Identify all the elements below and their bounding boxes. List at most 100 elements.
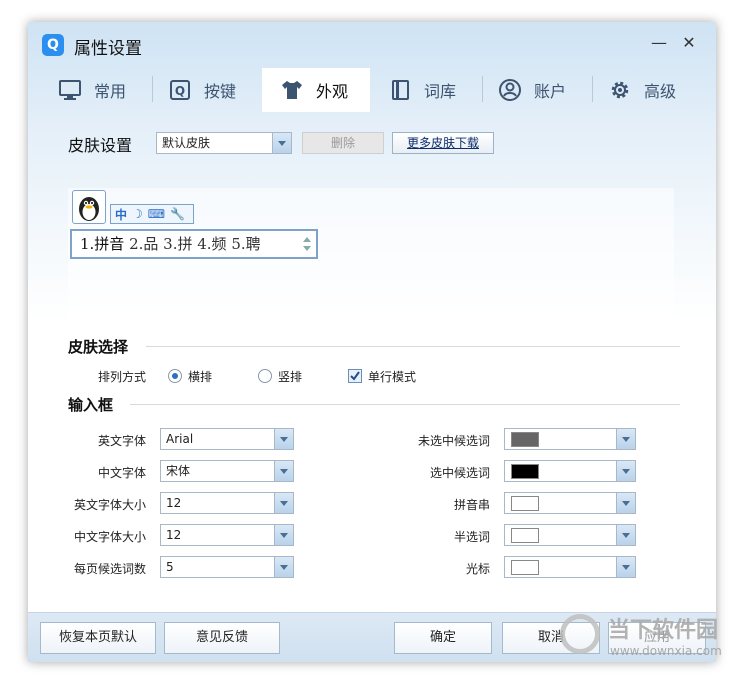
page-spinner-icon xyxy=(302,234,312,254)
tab-label: 高级 xyxy=(644,82,677,101)
ime-status-bar: 中 ☽ ⌨ 🔧 xyxy=(110,204,194,224)
keyboard-icon: ⌨ xyxy=(147,207,166,221)
chevron-down-icon xyxy=(616,429,635,449)
tab-dictionary[interactable]: 词库 xyxy=(388,68,488,112)
checkmark-icon xyxy=(350,371,360,381)
color-swatch xyxy=(511,464,539,479)
tab-account[interactable]: 账户 xyxy=(498,68,598,112)
skin-select-title: 皮肤选择 xyxy=(68,338,129,356)
horizontal-label: 横排 xyxy=(188,370,213,384)
svg-text:Q: Q xyxy=(175,84,185,98)
settings-window: Q 属性设置 — ✕ 常用 Q 按键 外观 词库 账户 高级 皮肤设置 默认皮肤… xyxy=(28,22,716,662)
pinyin-string-color-select[interactable] xyxy=(504,492,636,514)
divider xyxy=(130,404,680,405)
chevron-down-icon xyxy=(616,557,635,577)
chinese-mode-icon: 中 xyxy=(115,207,128,222)
english-font-select[interactable]: Arial xyxy=(160,428,294,450)
chinese-font-value: 宋体 xyxy=(166,464,191,478)
chinese-font-select[interactable]: 宋体 xyxy=(160,460,294,482)
skin-dropdown[interactable]: 默认皮肤 xyxy=(156,132,292,154)
candidate-rest: 2.品 3.拼 4.频 5.聘 xyxy=(124,235,261,253)
title-bar: Q 属性设置 — ✕ xyxy=(28,22,716,68)
tab-keys[interactable]: Q 按键 xyxy=(168,68,268,112)
minimize-button[interactable]: — xyxy=(648,32,670,54)
close-button[interactable]: ✕ xyxy=(678,32,700,54)
unselected-candidate-color-label: 未选中候选词 xyxy=(417,434,490,448)
feedback-button[interactable]: 意见反馈 xyxy=(164,622,280,654)
wrench-icon: 🔧 xyxy=(170,207,186,221)
candidates-per-page-value: 5 xyxy=(166,560,174,574)
chevron-down-icon xyxy=(274,461,293,481)
watermark-url: www.downxia.com xyxy=(610,644,722,658)
chevron-down-icon xyxy=(616,493,635,513)
chevron-down-icon xyxy=(274,429,293,449)
unselected-candidate-color-select[interactable] xyxy=(504,428,636,450)
cursor-color-label: 光标 xyxy=(465,562,490,576)
chinese-font-size-select[interactable]: 12 xyxy=(160,524,294,546)
ok-button[interactable]: 确定 xyxy=(394,622,492,654)
vertical-label: 竖排 xyxy=(278,370,303,384)
tab-label: 按键 xyxy=(204,82,237,101)
tab-general[interactable]: 常用 xyxy=(58,68,158,112)
selected-candidate-color-label: 选中候选词 xyxy=(429,466,490,480)
tab-appearance[interactable]: 外观 xyxy=(262,68,370,112)
window-title: 属性设置 xyxy=(74,39,142,59)
candidate-first: 1.拼音 xyxy=(80,235,125,253)
tab-label: 常用 xyxy=(94,82,127,101)
color-swatch xyxy=(511,496,539,511)
divider xyxy=(146,346,680,347)
layout-label: 排列方式 xyxy=(97,370,146,384)
key-icon: Q xyxy=(168,78,192,102)
gear-icon xyxy=(608,78,632,102)
penguin-avatar-icon xyxy=(72,190,106,224)
book-icon xyxy=(388,78,412,102)
cursor-color-select[interactable] xyxy=(504,556,636,578)
candidates-per-page-select[interactable]: 5 xyxy=(160,556,294,578)
candidate-window: 1.拼音 2.品 3.拼 4.频 5.聘 xyxy=(70,229,318,259)
chinese-font-size-label: 中文字体大小 xyxy=(73,530,146,544)
tab-label: 账户 xyxy=(534,82,567,101)
watermark-logo-icon xyxy=(560,614,600,654)
tab-label: 词库 xyxy=(424,82,457,101)
chinese-font-size-value: 12 xyxy=(166,528,182,542)
english-font-size-value: 12 xyxy=(166,496,182,510)
chevron-down-icon xyxy=(274,557,293,577)
skin-settings-label: 皮肤设置 xyxy=(68,136,133,155)
restore-defaults-button[interactable]: 恢复本页默认 xyxy=(40,622,156,654)
watermark-name: 当下软件园 xyxy=(608,618,719,643)
chevron-down-icon xyxy=(616,461,635,481)
chevron-down-icon xyxy=(274,525,293,545)
vertical-radio[interactable] xyxy=(258,369,272,383)
moon-icon: ☽ xyxy=(132,207,143,221)
monitor-icon xyxy=(58,78,82,102)
more-skins-download-button[interactable]: 更多皮肤下载 xyxy=(392,132,494,154)
tab-advanced[interactable]: 高级 xyxy=(608,68,708,112)
candidates-per-page-label: 每页候选词数 xyxy=(73,562,146,576)
tab-label: 外观 xyxy=(316,82,349,101)
english-font-size-select[interactable]: 12 xyxy=(160,492,294,514)
horizontal-radio[interactable] xyxy=(168,369,182,383)
color-swatch xyxy=(511,560,539,575)
half-selected-color-select[interactable] xyxy=(504,524,636,546)
chevron-down-icon xyxy=(616,525,635,545)
selected-candidate-color-select[interactable] xyxy=(504,460,636,482)
pinyin-string-color-label: 拼音串 xyxy=(453,498,490,512)
user-icon xyxy=(498,78,522,102)
input-box-title: 输入框 xyxy=(68,396,114,414)
tab-bar: 常用 Q 按键 外观 词库 账户 高级 xyxy=(28,68,716,112)
english-font-value: Arial xyxy=(166,432,194,446)
delete-skin-button[interactable]: 删除 xyxy=(302,132,384,154)
tab-divider xyxy=(152,76,153,102)
watermark: 当下软件园 www.downxia.com xyxy=(548,606,738,676)
tab-divider xyxy=(592,76,593,102)
chinese-font-label: 中文字体 xyxy=(97,466,146,480)
english-font-label: 英文字体 xyxy=(97,434,146,448)
skin-dropdown-value: 默认皮肤 xyxy=(162,136,211,150)
tab-divider xyxy=(482,76,483,102)
single-line-label: 单行模式 xyxy=(368,370,417,384)
app-icon: Q xyxy=(42,34,64,56)
single-line-checkbox[interactable] xyxy=(348,369,362,383)
shirt-icon xyxy=(280,78,304,102)
color-swatch xyxy=(511,432,539,447)
chevron-down-icon xyxy=(274,493,293,513)
